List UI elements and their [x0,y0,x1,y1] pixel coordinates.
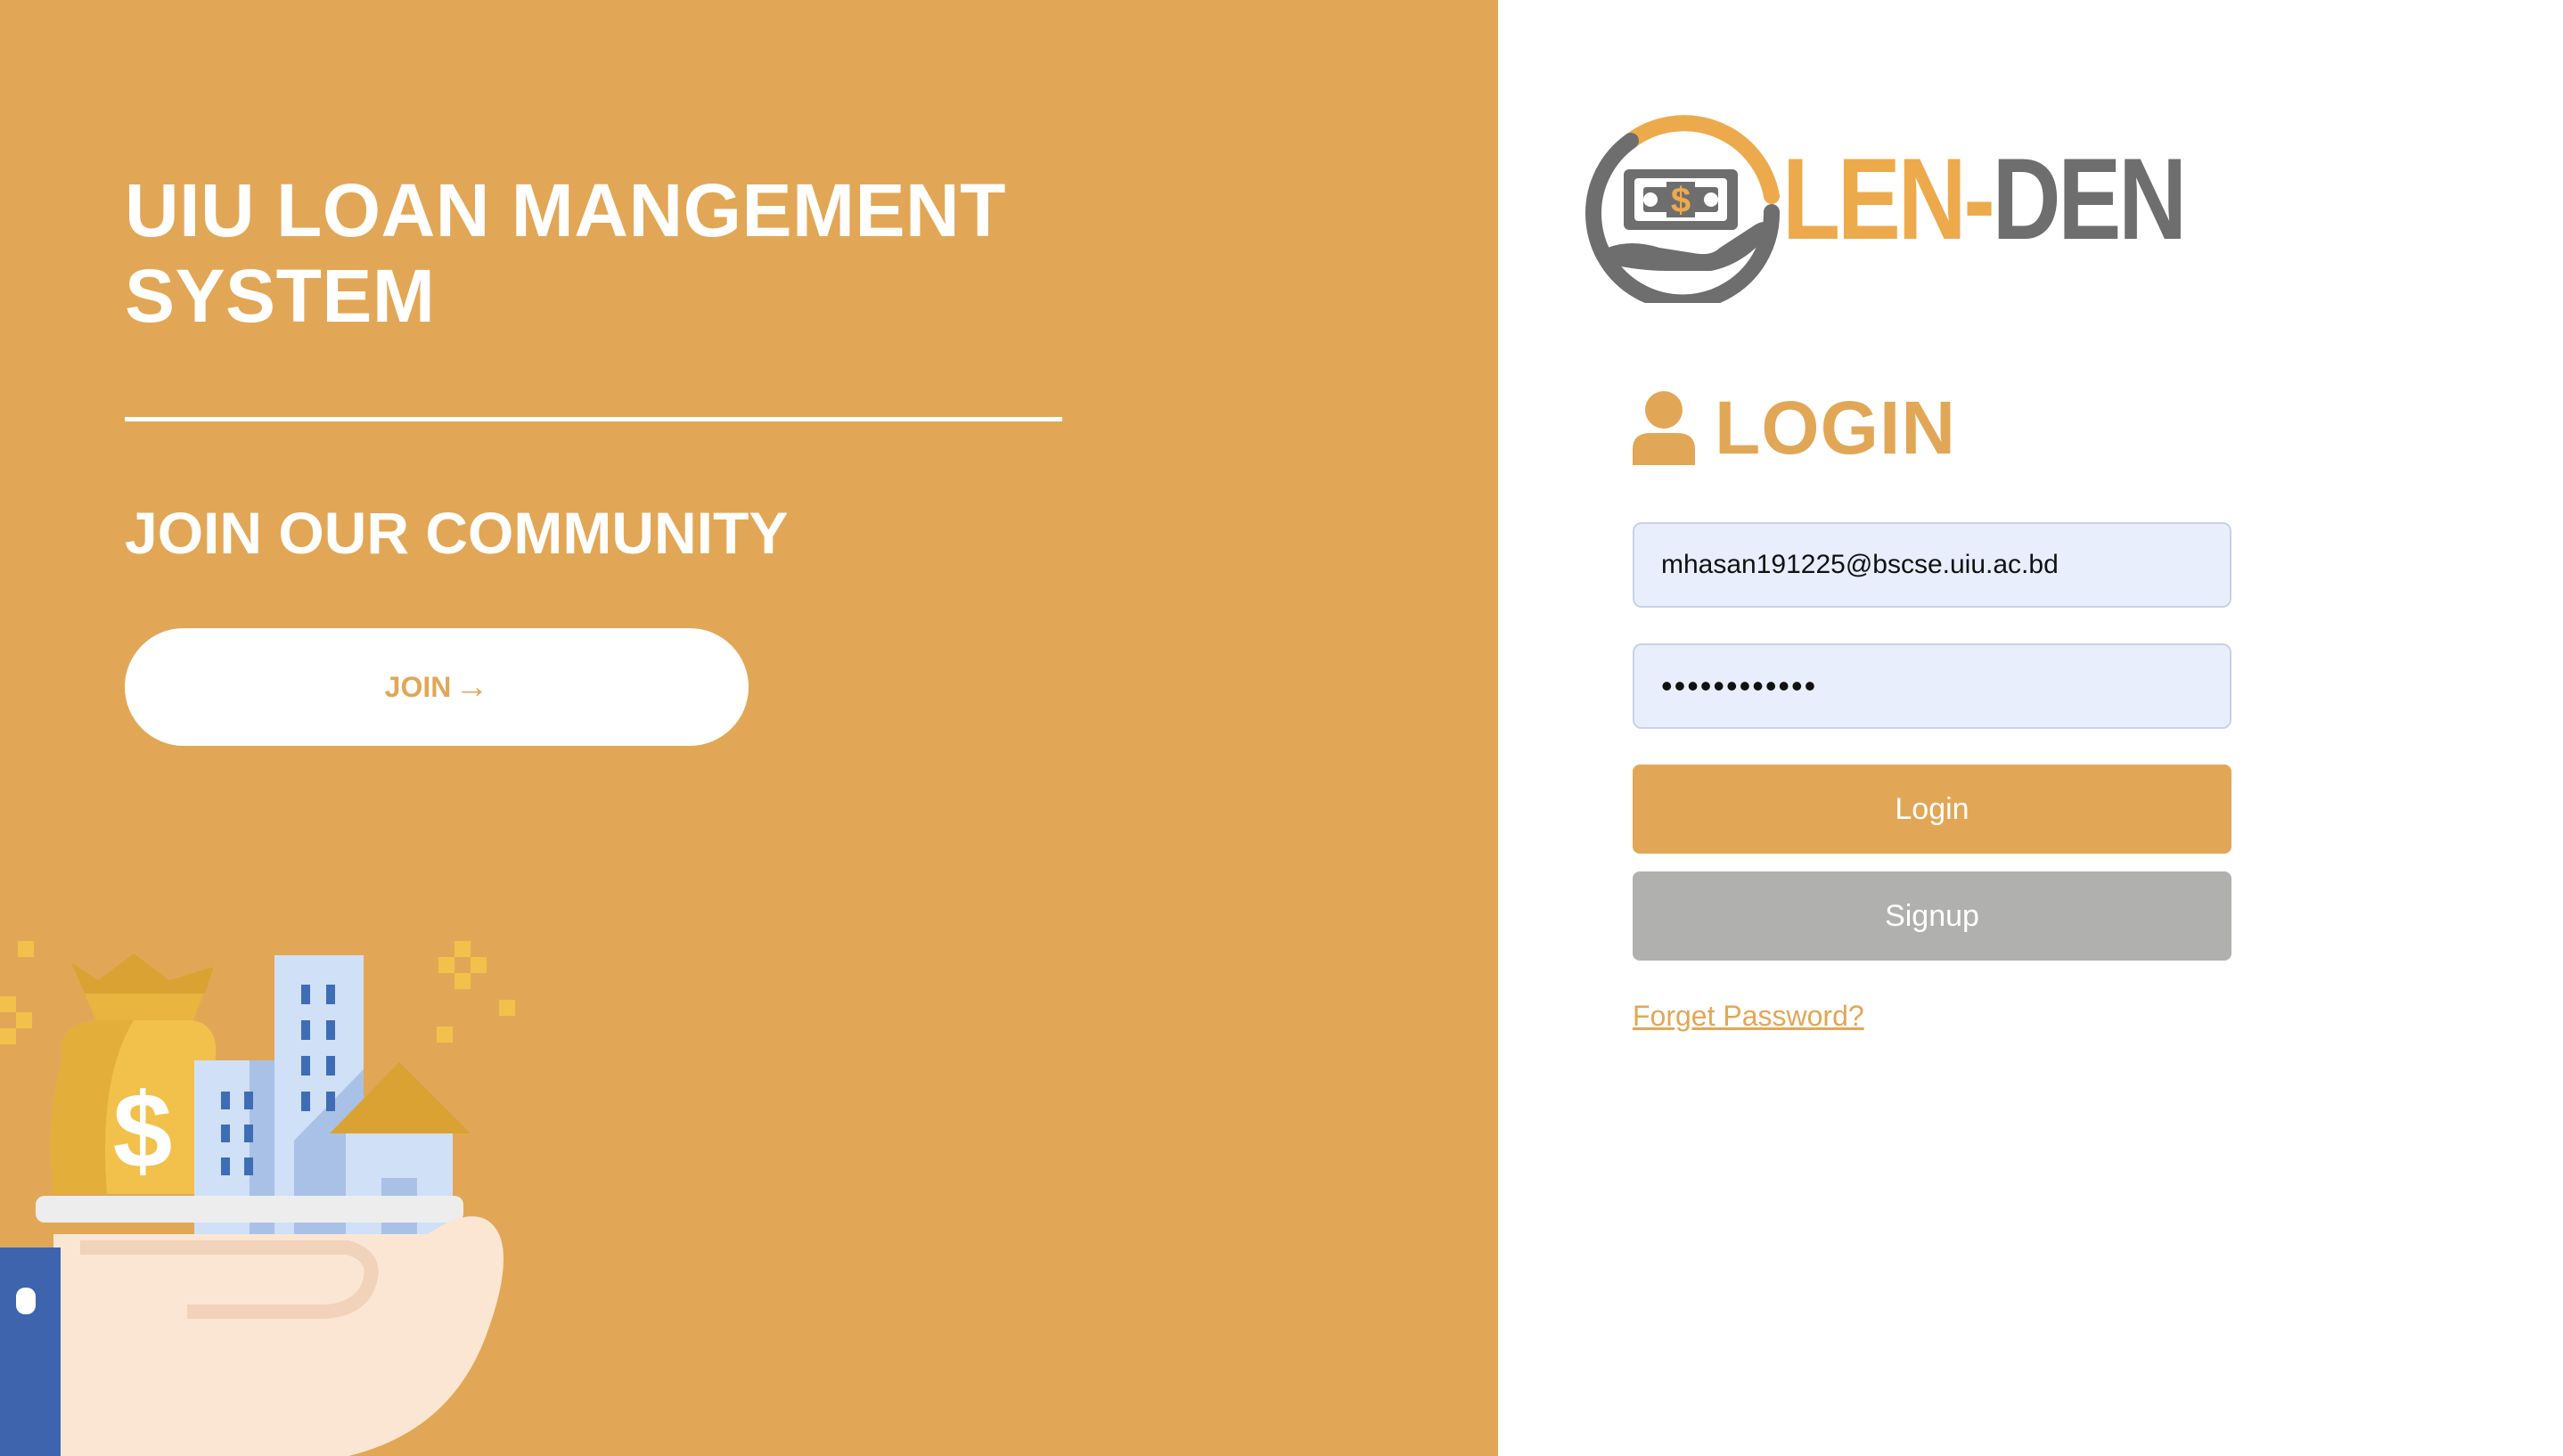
login-heading: LOGIN [1633,383,1956,472]
svg-text:$: $ [1671,181,1691,220]
user-icon [1633,391,1695,465]
signup-button[interactable]: Signup [1633,871,2231,961]
join-label: JOIN [384,670,452,703]
brand-name-part1: LEN- [1782,134,1995,264]
hero-subtitle: JOIN OUR COMMUNITY [125,500,789,566]
page-title: UIU LOAN MANGEMENT SYSTEM [125,168,1006,338]
loan-hand-illustration: $ [0,941,515,1456]
password-field[interactable] [1633,643,2231,729]
join-button[interactable]: JOIN → [125,628,749,746]
divider [125,417,1062,421]
brand-name-part2: DEN [1992,134,2188,264]
hero-panel: UIU LOAN MANGEMENT SYSTEM JOIN OUR COMMU… [0,0,1498,1456]
arrow-right-icon: → [454,668,489,706]
brand-name: LEN-DEN [1782,132,2188,266]
email-field[interactable] [1633,522,2231,608]
money-hand-logo-icon: $ [1585,115,1781,303]
forgot-password-link[interactable]: Forget Password? [1633,1000,1864,1033]
svg-text:$: $ [113,1071,173,1190]
login-title: LOGIN [1715,385,1956,470]
login-button[interactable]: Login [1633,765,2231,854]
